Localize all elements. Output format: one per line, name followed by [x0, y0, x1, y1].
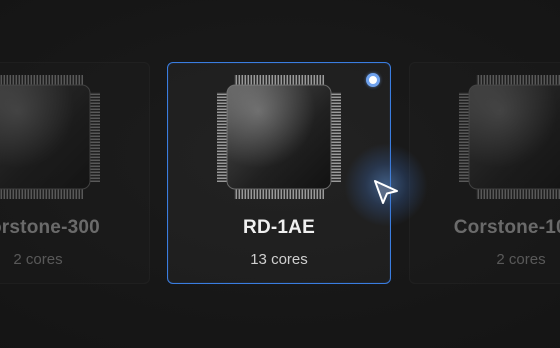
board-carousel: Corstone-300 2 cores RD-1AE 13 cores Cor…: [0, 0, 560, 348]
board-card-rd-1ae[interactable]: RD-1AE 13 cores: [167, 62, 391, 284]
board-cores: 2 cores: [13, 251, 63, 268]
chip-icon: [217, 75, 341, 199]
board-cores: 2 cores: [496, 251, 546, 268]
board-name: Corstone-1000: [453, 217, 560, 238]
board-cores: 13 cores: [250, 251, 308, 268]
chip-icon: [0, 75, 100, 199]
radio-selected-icon[interactable]: [366, 73, 380, 87]
cursor-arrow-icon: [372, 178, 400, 206]
board-name: RD-1AE: [243, 217, 315, 238]
chip-icon: [459, 75, 560, 199]
board-card-corstone-300[interactable]: Corstone-300 2 cores: [0, 62, 150, 284]
board-name: Corstone-300: [0, 217, 100, 238]
board-card-corstone-1000[interactable]: Corstone-1000 2 cores: [409, 62, 560, 284]
